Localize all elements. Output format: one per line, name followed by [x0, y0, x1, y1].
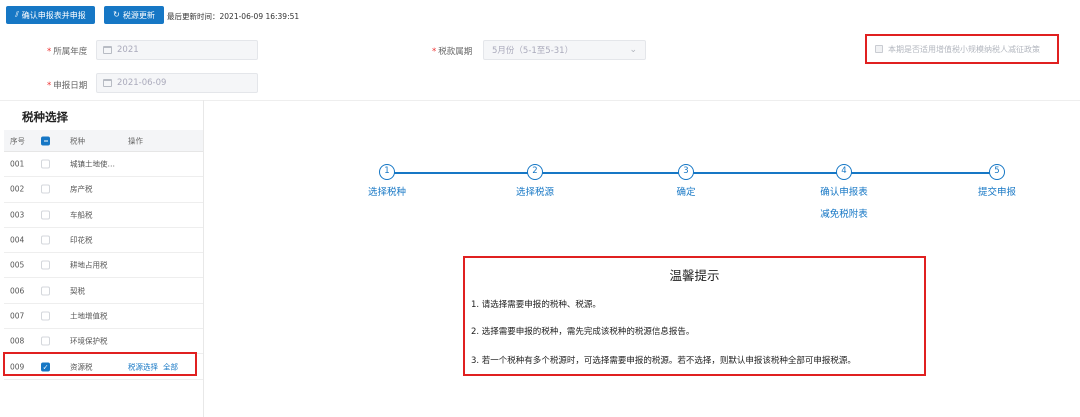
row-tax-name: 印花税 — [70, 235, 93, 245]
table-row[interactable]: 008 环境保护税 — [4, 329, 203, 355]
step-number: 2 — [527, 164, 543, 180]
table-row[interactable]: 003 车船税 — [4, 203, 203, 228]
select-all-checkbox[interactable] — [41, 136, 50, 145]
tips-box: 温馨提示 1. 请选择需要申报的税种、税源。 2. 选择需要申报的税种，需先完成… — [463, 256, 926, 376]
step-label: 选择税种 — [367, 187, 406, 198]
row-tax-name: 土地增值税 — [70, 311, 108, 321]
date-input[interactable]: 2021-06-09 — [96, 73, 258, 93]
tip-item: 3. 若一个税种有多个税源时，可选择需要申报的税源。若不选择，则默认申报该税种全… — [471, 356, 856, 366]
panel-divider — [203, 100, 204, 417]
toolbar: ⫽ 确认申报表并申报 ↻ 税源更新 最后更新时间：2021-06-09 16:3… — [0, 0, 1080, 30]
step-label: 确定 — [676, 187, 696, 198]
row-no: 004 — [10, 235, 25, 245]
row-checkbox[interactable] — [41, 311, 50, 321]
date-label: * 申报日期 — [47, 81, 88, 91]
step-label: 选择税源 — [515, 187, 554, 198]
policy-label: 本期是否适用增值税小规模纳税人减征政策 — [888, 44, 1040, 54]
row-tax-name: 车船税 — [70, 210, 93, 220]
row-checkbox[interactable] — [41, 336, 50, 346]
step-number: 1 — [379, 164, 395, 180]
step-label: 提交申报 — [977, 187, 1016, 198]
tax-type-table: 序号 税种 操作 001 城镇土地使… 002 房产税 003 车船税 004 印花税 005 耕… — [4, 130, 203, 380]
confirm-declare-label: 确认申报表并申报 — [21, 10, 86, 20]
update-tax-source-button[interactable]: ↻ 税源更新 — [104, 6, 164, 24]
row-checkbox[interactable] — [41, 210, 50, 220]
header-name: 税种 — [70, 136, 85, 145]
confirm-declare-button[interactable]: ⫽ 确认申报表并申报 — [6, 6, 95, 24]
calendar-icon — [103, 46, 112, 54]
period-label: * 税款属期 — [432, 47, 473, 57]
table-header: 序号 税种 操作 — [4, 130, 203, 152]
calendar-icon — [103, 79, 112, 87]
table-row[interactable]: 005 耕地占用税 — [4, 253, 203, 279]
period-select[interactable]: 5月份（5-1至5-31） ⌄ — [483, 40, 646, 60]
row-no: 005 — [10, 260, 25, 270]
row-no: 001 — [10, 159, 25, 169]
row-no: 006 — [10, 286, 25, 296]
header-no: 序号 — [10, 136, 25, 145]
row-checkbox[interactable] — [41, 260, 50, 270]
selected-row-highlight — [3, 352, 197, 376]
table-row[interactable]: 006 契税 — [4, 278, 203, 304]
tip-item: 1. 请选择需要申报的税种、税源。 — [471, 300, 601, 310]
row-checkbox[interactable] — [41, 235, 50, 245]
year-value: 2021 — [117, 45, 139, 55]
step-number: 3 — [678, 164, 694, 180]
row-no: 003 — [10, 210, 25, 220]
table-row[interactable]: 001 城镇土地使… — [4, 152, 203, 178]
step-number: 5 — [989, 164, 1005, 180]
row-no: 002 — [10, 184, 25, 194]
divider — [0, 100, 1080, 101]
header-op: 操作 — [128, 136, 143, 145]
tax-type-title: 税种选择 — [22, 110, 68, 124]
row-tax-name: 城镇土地使… — [70, 159, 115, 169]
policy-checkbox[interactable] — [875, 45, 883, 53]
row-tax-name: 环境保护税 — [70, 336, 108, 346]
step-1: 1 选择税种 — [347, 164, 427, 198]
step-label: 确认申报表 — [820, 187, 868, 198]
year-input[interactable]: 2021 — [96, 40, 258, 60]
table-row[interactable]: 004 印花税 — [4, 228, 203, 254]
step-number: 4 — [836, 164, 852, 180]
row-no: 008 — [10, 336, 25, 346]
refresh-icon: ↻ — [113, 10, 120, 19]
tips-title: 温馨提示 — [669, 268, 720, 283]
row-checkbox[interactable] — [41, 286, 50, 296]
update-tax-source-label: 税源更新 — [122, 10, 155, 20]
policy-checkbox-highlight: 本期是否适用增值税小规模纳税人减征政策 — [865, 34, 1059, 64]
row-tax-name: 契税 — [70, 286, 85, 296]
step-5: 5 提交申报 — [957, 164, 1037, 198]
step-sub-label: 减免税附表 — [820, 209, 868, 220]
table-row[interactable]: 007 土地增值税 — [4, 304, 203, 330]
last-update-time: 最后更新时间：2021-06-09 16:39:51 — [167, 12, 300, 21]
step-3: 3 确定 — [646, 164, 726, 198]
year-label: * 所属年度 — [47, 47, 88, 57]
row-checkbox[interactable] — [41, 184, 50, 194]
period-value: 5月份（5-1至5-31） — [492, 46, 574, 56]
row-no: 007 — [10, 311, 25, 321]
step-4: 4 确认申报表减免税附表 — [804, 164, 884, 220]
chart-icon: ⫽ — [15, 10, 19, 19]
chevron-down-icon: ⌄ — [629, 45, 637, 55]
row-checkbox[interactable] — [41, 159, 50, 169]
date-value: 2021-06-09 — [117, 78, 167, 88]
tip-item: 2. 选择需要申报的税种，需先完成该税种的税源信息报告。 — [471, 327, 695, 337]
table-row[interactable]: 002 房产税 — [4, 177, 203, 203]
row-tax-name: 房产税 — [70, 184, 93, 194]
row-tax-name: 耕地占用税 — [70, 260, 108, 270]
step-2: 2 选择税源 — [495, 164, 575, 198]
